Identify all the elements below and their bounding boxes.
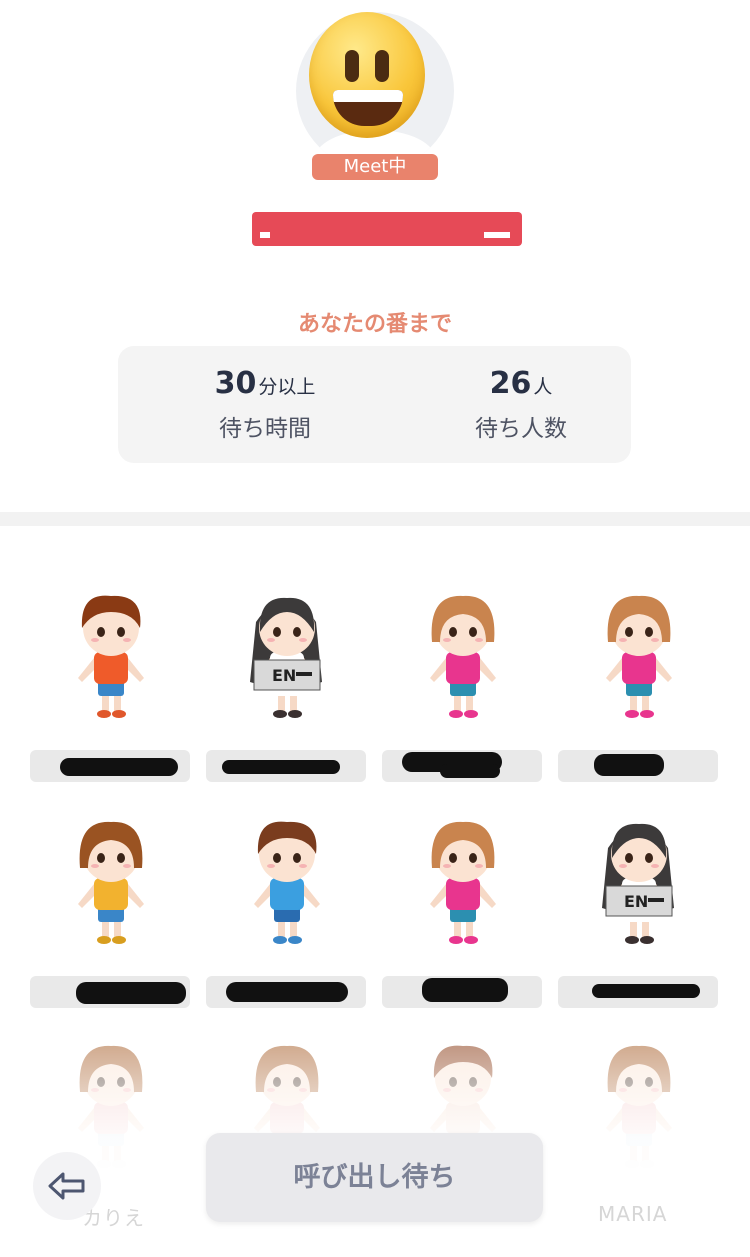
grinning-face-emoji-icon	[309, 12, 425, 138]
wait-time-unit: 分以上	[258, 376, 316, 398]
redaction-scribble	[226, 982, 348, 1002]
girl-bob-yellow-shirt-avatar	[78, 821, 144, 944]
member-name-maria: MARIA	[598, 1202, 668, 1226]
host-name-redacted	[252, 212, 522, 246]
girl-long-dark-hair-sign-avatar: EN	[602, 823, 674, 944]
redaction-scribble	[76, 982, 186, 1004]
redaction-scribble	[60, 758, 178, 776]
redaction-scribble	[594, 754, 664, 776]
wait-time-value: 30	[214, 366, 257, 401]
member-name-redacted	[206, 976, 366, 1008]
member-name-redacted	[558, 750, 718, 782]
redaction-scribble	[422, 978, 508, 1002]
redaction-scribble	[222, 760, 340, 774]
member-name-redacted	[30, 750, 190, 782]
section-divider	[0, 512, 750, 526]
back-button[interactable]	[33, 1152, 101, 1220]
redaction-scribble	[592, 984, 700, 998]
boy-orange-shirt-avatar	[78, 595, 144, 718]
wait-time-label: 待ち時間	[219, 416, 311, 442]
member-name-redacted	[558, 976, 718, 1008]
status-badge: Meet中	[312, 154, 438, 180]
member-name-redacted	[382, 750, 542, 782]
member-name-redacted	[206, 750, 366, 782]
queue-stats-card: 30 分以上 待ち時間 26 人 待ち人数	[118, 346, 631, 463]
girl-bob-pink-shirt-avatar	[606, 595, 672, 718]
girl-long-dark-hair-sign-avatar: EN	[250, 597, 322, 718]
member-name-redacted	[382, 976, 542, 1008]
people-waiting-stat: 26 人 待ち人数	[421, 366, 621, 443]
member-name-redacted	[30, 976, 190, 1008]
wait-time-stat: 30 分以上 待ち時間	[165, 366, 365, 443]
queue-title: あなたの番まで	[297, 312, 452, 337]
sign-text: EN	[272, 666, 296, 685]
call-waiting-button[interactable]: 呼び出し待ち	[206, 1133, 543, 1222]
girl-bob-pink-shirt-avatar	[430, 821, 496, 944]
sign-text: EN	[624, 892, 648, 911]
boy-blue-shirt-avatar	[254, 821, 320, 944]
girl-bob-pink-shirt-avatar	[430, 595, 496, 718]
redaction-scribble	[440, 764, 500, 778]
arrow-left-icon	[48, 1172, 85, 1200]
people-waiting-label: 待ち人数	[475, 416, 567, 442]
people-waiting-unit: 人	[533, 376, 553, 398]
people-waiting-value: 26	[489, 366, 532, 401]
